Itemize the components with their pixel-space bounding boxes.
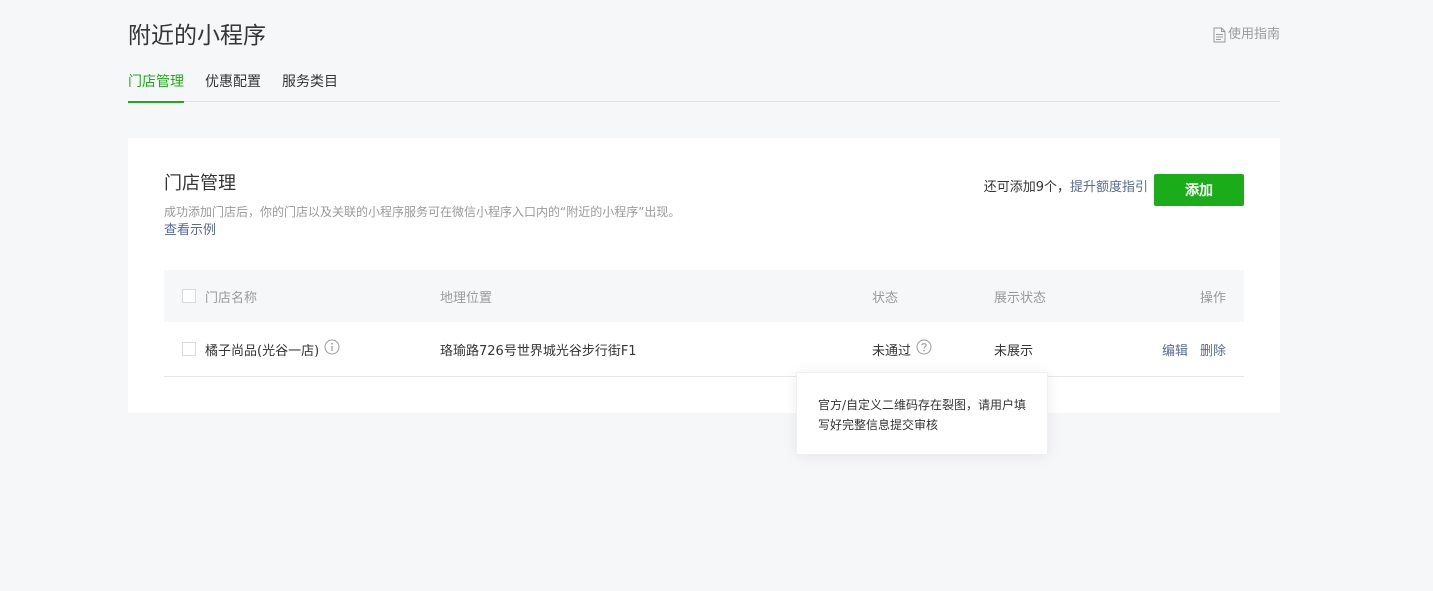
store-display-status: 未展示: [994, 343, 1034, 359]
row-name-cell: 橘子尚品(光谷一店): [182, 322, 340, 376]
question-icon[interactable]: [916, 339, 932, 359]
tab-store-management[interactable]: 门店管理: [128, 70, 184, 103]
column-header-status: 状态: [872, 290, 899, 306]
page: 附近的小程序 使用指南 门店管理 优惠配置 服务类目 门店管理 成功添加门店后，…: [0, 0, 1433, 591]
tab-service-category[interactable]: 服务类目: [282, 70, 338, 102]
column-header-name: 门店名称: [205, 290, 258, 306]
quota-remaining-text: 还可添加9个，: [983, 180, 1070, 195]
store-management-card: 门店管理 成功添加门店后，你的门店以及关联的小程序服务可在微信小程序入口内的“附…: [128, 138, 1280, 413]
quota-info: 还可添加9个，提升额度指引: [984, 179, 1148, 197]
tab-bar: 门店管理 优惠配置 服务类目: [128, 70, 1280, 103]
row-actions-cell: 编辑 删除: [1162, 322, 1226, 376]
row-checkbox[interactable]: [182, 342, 196, 356]
table-row: 橘子尚品(光谷一店) 珞瑜路726号世界城光谷步行街F1 未通过 未展示 编辑 …: [164, 322, 1244, 377]
tab-discount-config[interactable]: 优惠配置: [205, 70, 261, 102]
add-store-button[interactable]: 添加: [1154, 174, 1244, 206]
status-tooltip: 官方/自定义二维码存在裂图，请用户填写好完整信息提交审核: [796, 372, 1048, 455]
page-title: 附近的小程序: [128, 23, 266, 49]
column-header-display-status: 展示状态: [994, 290, 1047, 306]
select-all-checkbox[interactable]: [182, 289, 196, 303]
document-icon: [1213, 27, 1226, 43]
store-table: 门店名称 地理位置 状态 展示状态 操作 橘子尚品(光谷一店) 珞瑜路726号世…: [164, 270, 1244, 377]
store-status: 未通过: [872, 343, 912, 359]
table-header: 门店名称 地理位置 状态 展示状态 操作: [164, 270, 1244, 322]
column-header-location: 地理位置: [440, 290, 493, 306]
info-icon[interactable]: [324, 339, 340, 359]
section-title: 门店管理: [164, 173, 236, 194]
row-status-cell: 未通过: [872, 322, 932, 376]
usage-guide-link[interactable]: 使用指南: [1213, 26, 1280, 44]
edit-link[interactable]: 编辑: [1162, 340, 1188, 359]
usage-guide-label: 使用指南: [1227, 27, 1280, 42]
header-name-cell: 门店名称: [182, 270, 257, 322]
section-description: 成功添加门店后，你的门店以及关联的小程序服务可在微信小程序入口内的“附近的小程序…: [164, 205, 681, 219]
raise-quota-link[interactable]: 提升额度指引: [1070, 180, 1148, 195]
view-example-link[interactable]: 查看示例: [164, 222, 216, 240]
delete-link[interactable]: 删除: [1200, 340, 1226, 359]
store-name: 橘子尚品(光谷一店): [205, 343, 320, 359]
column-header-actions: 操作: [1199, 290, 1226, 306]
store-location: 珞瑜路726号世界城光谷步行街F1: [440, 343, 637, 359]
